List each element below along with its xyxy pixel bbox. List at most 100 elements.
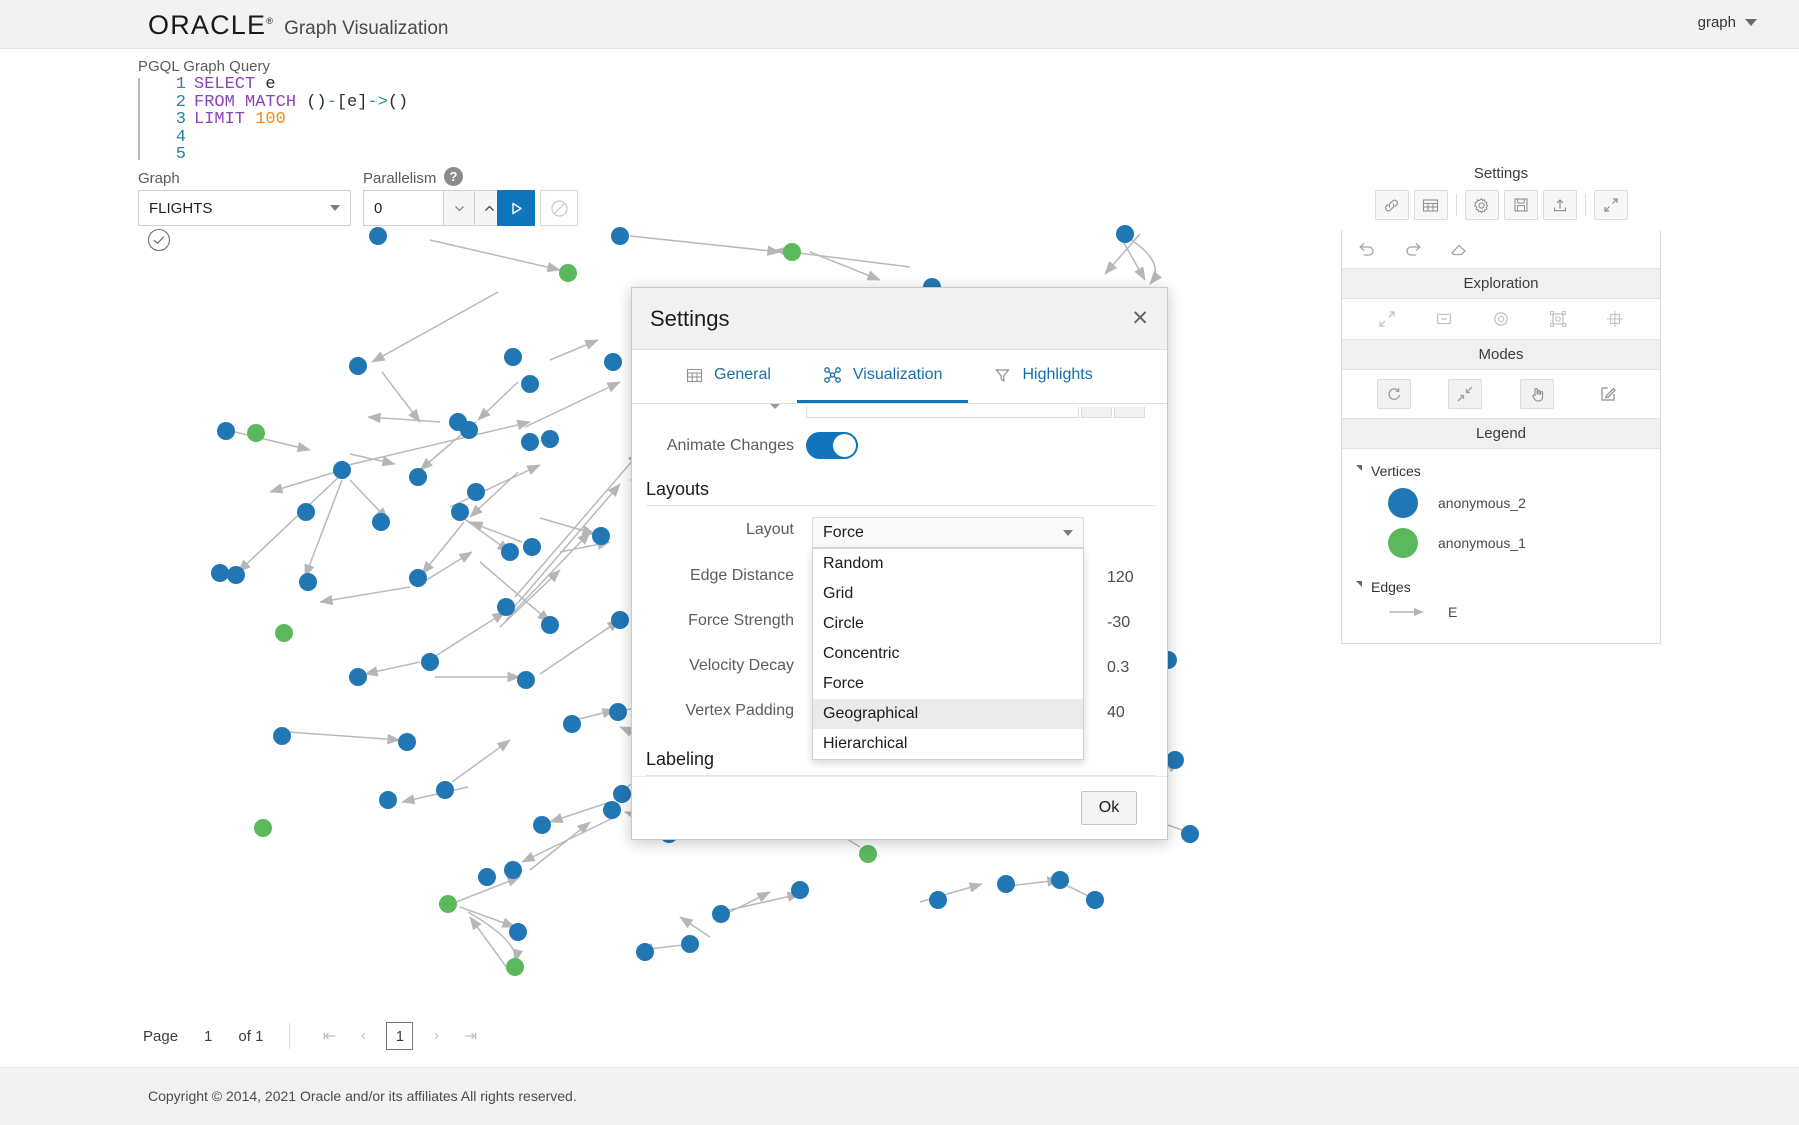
- redo-button[interactable]: [1402, 238, 1424, 260]
- user-menu-label: graph: [1697, 14, 1736, 31]
- field-label: Velocity Decay: [689, 657, 794, 674]
- field-value[interactable]: -30: [1107, 614, 1130, 632]
- animate-changes-toggle[interactable]: [806, 432, 858, 459]
- tab-general-label: General: [714, 366, 771, 383]
- brand: ORACLE® Graph Visualization: [148, 10, 449, 41]
- group-button[interactable]: [1547, 308, 1569, 330]
- redo-icon: [1406, 243, 1421, 256]
- code-token: LIMIT: [194, 110, 246, 129]
- legend-vertex-item[interactable]: anonymous_1: [1342, 523, 1660, 563]
- ungroup-button[interactable]: [1604, 308, 1626, 330]
- layout-select[interactable]: Force: [812, 517, 1084, 548]
- app-footer: Copyright © 2014, 2021 Oracle and/or its…: [0, 1067, 1799, 1125]
- help-icon[interactable]: ?: [444, 167, 463, 186]
- expand-button[interactable]: [1593, 190, 1628, 220]
- upload-icon: [1553, 199, 1566, 212]
- line-number: 1: [175, 75, 186, 94]
- user-menu[interactable]: graph: [1698, 14, 1757, 31]
- prev-page-button[interactable]: ‹: [346, 1027, 380, 1045]
- partial-input[interactable]: [806, 407, 1079, 418]
- hand-pointer-icon: [1532, 387, 1543, 402]
- tab-visualization[interactable]: Visualization: [796, 350, 969, 403]
- gear-button[interactable]: [1464, 190, 1499, 220]
- line-number: 3: [175, 110, 186, 129]
- parallelism-input[interactable]: 0: [363, 190, 443, 226]
- partial-button-a[interactable]: [1081, 407, 1112, 418]
- animate-changes-row: Animate Changes: [646, 432, 858, 459]
- field-value[interactable]: 0.3: [1107, 659, 1129, 677]
- undo-icon: [1359, 243, 1374, 256]
- close-icon[interactable]: ✕: [1131, 308, 1149, 329]
- legend-vertices-group[interactable]: Vertices: [1342, 459, 1660, 483]
- field-label: Force Strength: [688, 612, 794, 629]
- query-code-line: 4: [138, 127, 598, 147]
- undo-button[interactable]: [1356, 238, 1378, 260]
- graph-select[interactable]: FLIGHTS: [138, 190, 351, 226]
- shrink-mode-button[interactable]: [1448, 379, 1483, 409]
- legend-vertex-item[interactable]: anonymous_2: [1342, 483, 1660, 523]
- first-page-button[interactable]: ⇤: [312, 1026, 346, 1046]
- collapse-button[interactable]: [1433, 308, 1455, 330]
- field-row: Edge Distance: [646, 567, 806, 585]
- legend-edge-item[interactable]: E: [1342, 599, 1660, 625]
- toolbar-divider: [1584, 194, 1586, 216]
- field-label: Edge Distance: [689, 567, 794, 584]
- field-value[interactable]: 40: [1107, 704, 1125, 722]
- graph-nodes-icon: [824, 367, 841, 383]
- last-page-button[interactable]: ⇥: [453, 1026, 487, 1046]
- legend-edge-label: E: [1448, 604, 1458, 620]
- table-button[interactable]: [1413, 190, 1448, 220]
- layout-option-geographical[interactable]: Geographical: [813, 699, 1083, 729]
- layout-option-grid[interactable]: Grid: [813, 579, 1083, 609]
- layout-row: Layout: [646, 521, 806, 539]
- chevron-down-icon: [1063, 529, 1073, 536]
- link-button[interactable]: [1374, 190, 1409, 220]
- layouts-section-rule: [646, 505, 1155, 506]
- code-token: 100: [255, 110, 286, 129]
- edit-mode-button[interactable]: [1591, 379, 1625, 409]
- query-code: 1 SELECT e 2 FROM MATCH () - [e] ->() 3 LIMIT 10…: [138, 76, 598, 164]
- code-token: ->: [367, 92, 388, 112]
- field-row: Vertex Padding: [646, 702, 806, 720]
- tab-visualization-label: Visualization: [852, 366, 943, 383]
- rotate-mode-button[interactable]: [1376, 379, 1411, 409]
- query-label: PGQL Graph Query: [138, 58, 270, 75]
- legend-vertex-label: anonymous_1: [1438, 535, 1526, 551]
- layout-option-hierarchical[interactable]: Hierarchical: [813, 729, 1083, 759]
- code-token: [e]: [336, 92, 368, 112]
- legend-color-swatch: [1388, 488, 1418, 518]
- current-page-button[interactable]: 1: [386, 1022, 414, 1050]
- legend-edges-group[interactable]: Edges: [1342, 575, 1660, 599]
- layout-option-random[interactable]: Random: [813, 549, 1083, 579]
- animate-changes-label: Animate Changes: [666, 436, 794, 454]
- exploration-section-header: Exploration: [1342, 268, 1660, 299]
- ok-button[interactable]: Ok: [1081, 791, 1137, 825]
- query-editor[interactable]: 1 SELECT e 2 FROM MATCH () - [e] ->() 3 LIMIT 10…: [138, 76, 598, 164]
- tab-highlights[interactable]: Highlights: [968, 350, 1118, 403]
- layout-option-circle[interactable]: Circle: [813, 609, 1083, 639]
- parallelism-value: 0: [374, 199, 383, 217]
- pick-mode-button[interactable]: [1519, 379, 1554, 409]
- layout-label: Layout: [745, 521, 794, 538]
- upload-button[interactable]: [1542, 190, 1577, 220]
- layout-option-concentric[interactable]: Concentric: [813, 639, 1083, 669]
- dialog-footer: Ok: [632, 776, 1167, 839]
- play-icon: [511, 202, 522, 214]
- run-query-button[interactable]: [497, 190, 535, 226]
- tab-general[interactable]: General: [660, 350, 797, 403]
- layout-option-force[interactable]: Force: [813, 669, 1083, 699]
- dialog-title: Settings: [650, 305, 730, 331]
- erase-button[interactable]: [1448, 238, 1470, 260]
- next-page-button[interactable]: ›: [419, 1027, 453, 1045]
- expand-graph-button[interactable]: [1376, 308, 1398, 330]
- query-code-line: 3 LIMIT 100: [138, 111, 598, 129]
- focus-button[interactable]: [1490, 308, 1512, 330]
- parallelism-decrement[interactable]: [443, 190, 474, 226]
- partial-button-b[interactable]: [1114, 407, 1145, 418]
- field-value[interactable]: 120: [1107, 569, 1134, 587]
- line-number: 4: [175, 127, 186, 147]
- save-button[interactable]: [1503, 190, 1538, 220]
- cancel-query-button[interactable]: [540, 190, 578, 226]
- page-label: Page: [143, 1027, 179, 1045]
- layout-dropdown-list[interactable]: Random Grid Circle Concentric Force Geographi…: [812, 548, 1084, 760]
